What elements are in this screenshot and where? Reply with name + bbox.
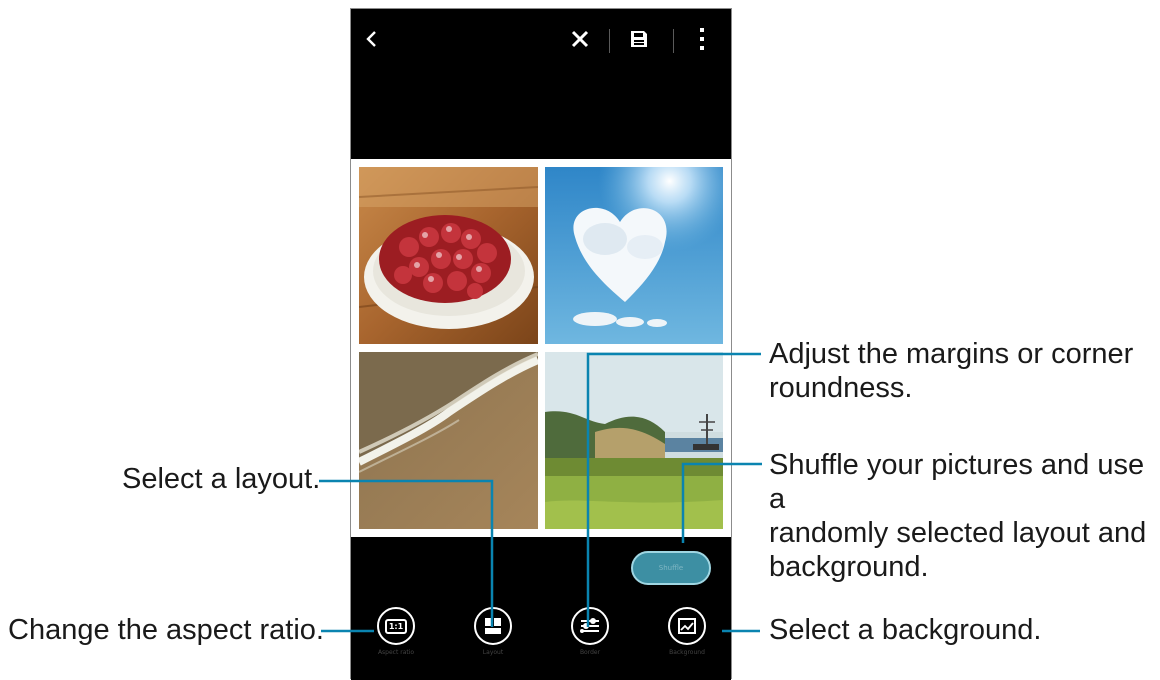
callout-shuffle: Shuffle your pictures and use a randomly… bbox=[769, 449, 1147, 583]
callout-aspect-ratio: Change the aspect ratio. bbox=[8, 614, 324, 646]
callout-select-layout: Select a layout. bbox=[122, 463, 321, 495]
leader-layout bbox=[319, 479, 494, 627]
leader-margins bbox=[586, 352, 761, 627]
callout-margins: Adjust the margins or corner roundness. bbox=[769, 338, 1134, 404]
leader-shuffle bbox=[681, 462, 762, 543]
callout-background: Select a background. bbox=[769, 614, 1042, 646]
